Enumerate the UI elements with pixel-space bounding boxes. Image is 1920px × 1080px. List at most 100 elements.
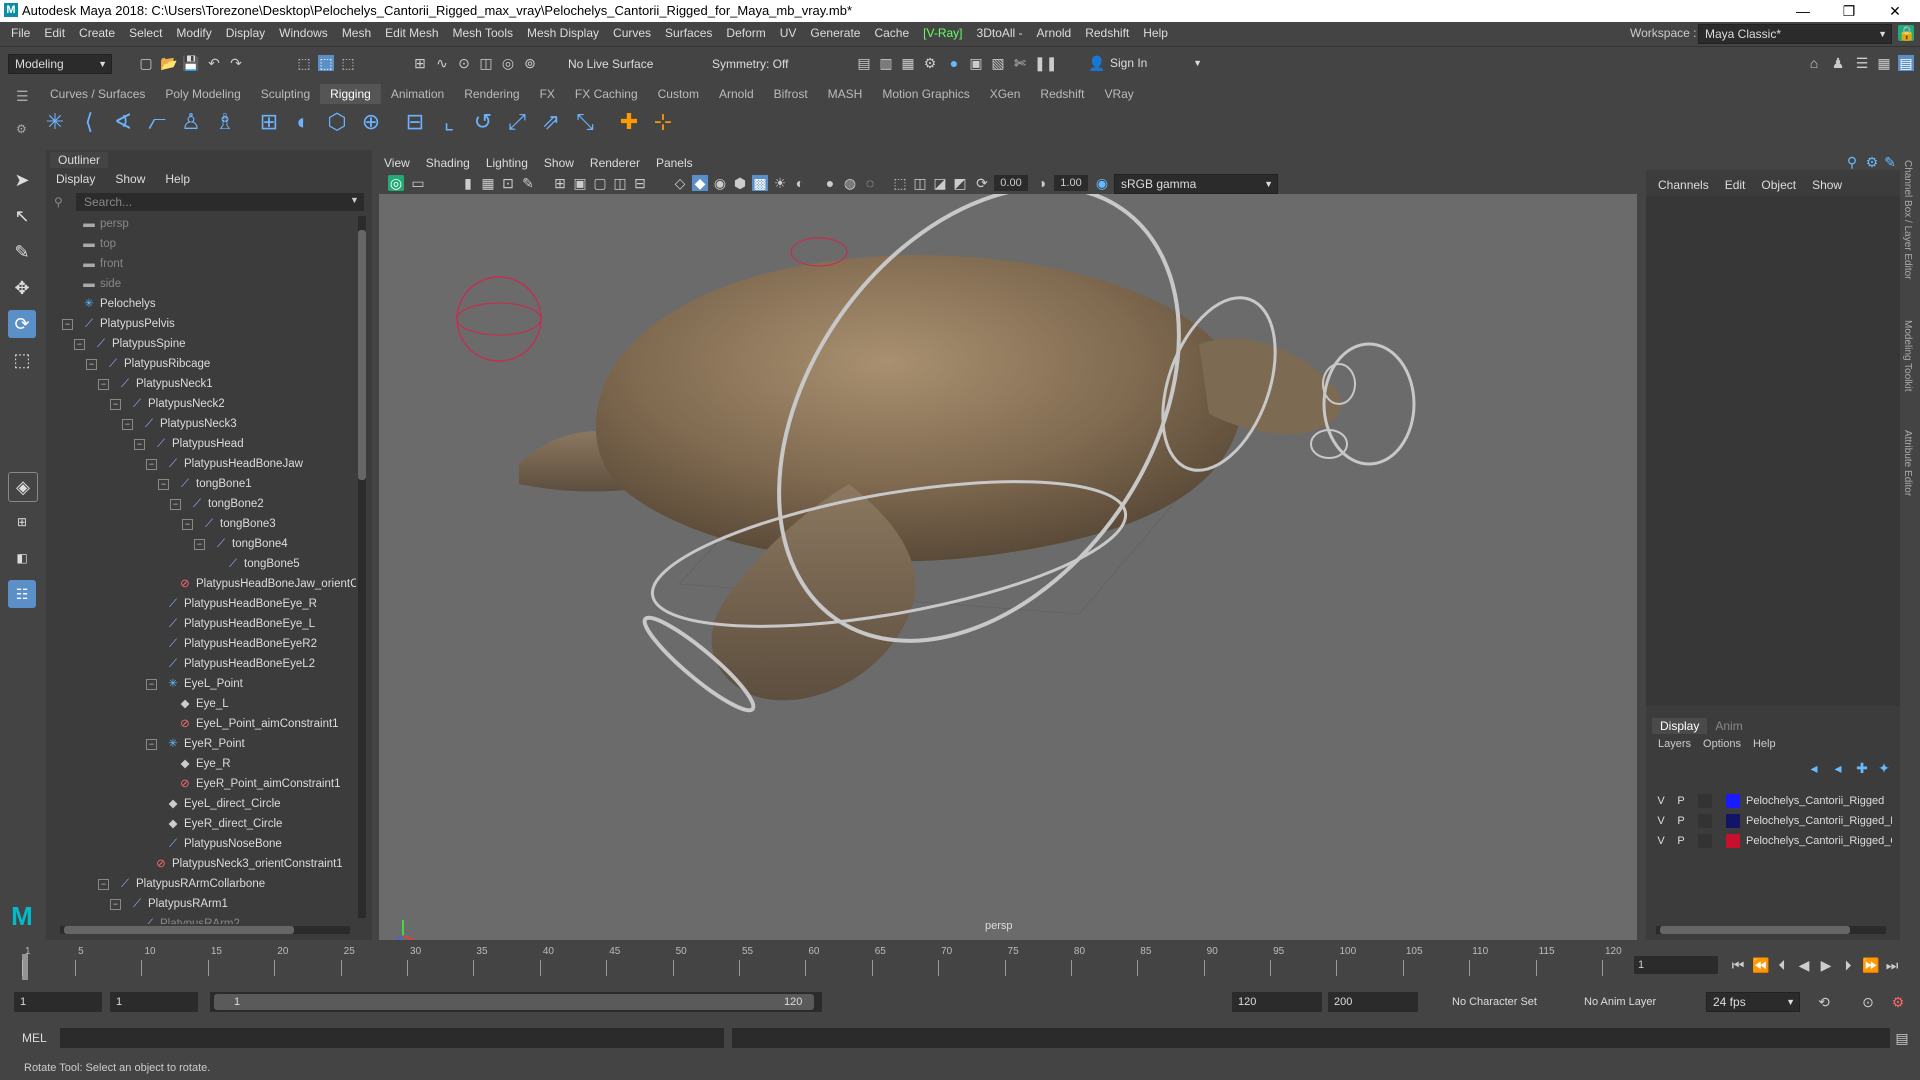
new-scene-icon[interactable]: ▢ bbox=[138, 55, 154, 71]
move-layer-up-icon[interactable]: ◂ bbox=[1806, 760, 1822, 776]
outliner-node[interactable]: ⟋ PlatypusRArm2 bbox=[142, 914, 240, 924]
select-tool-icon[interactable]: ➤ bbox=[8, 166, 36, 194]
outliner-node[interactable]: ⟋ tongBone5 bbox=[226, 554, 300, 574]
command-input[interactable] bbox=[60, 1028, 724, 1048]
shelf-tab-fx-caching[interactable]: FX Caching bbox=[565, 84, 648, 104]
live-surface-field[interactable]: No Live Surface bbox=[562, 55, 674, 73]
layer-type-toggle[interactable] bbox=[1698, 794, 1712, 808]
outliner-node[interactable]: ⟋ PlatypusRArmCollarbone bbox=[118, 874, 265, 894]
outliner-node[interactable]: ⟋ PlatypusNoseBone bbox=[166, 834, 282, 854]
outliner-node[interactable]: ⊘ PlatypusNeck3_orientConstraint1 bbox=[154, 854, 343, 874]
xray-components-icon[interactable]: ◩ bbox=[952, 175, 968, 191]
time-slider[interactable]: 1 5 10 15 20 25 30 35 40 45 50 55 60 65 70 75 80 85 90 95 10… bbox=[0, 944, 1920, 984]
playhead[interactable] bbox=[22, 954, 28, 980]
viewport-menu-renderer[interactable]: Renderer bbox=[582, 154, 648, 172]
undo-icon[interactable]: ↶ bbox=[206, 55, 222, 71]
outliner-node[interactable]: ⊘ EyeL_Point_aimConstraint1 bbox=[178, 714, 338, 734]
gamma-field[interactable]: 1.00 bbox=[1054, 175, 1088, 191]
viewport-menu-shading[interactable]: Shading bbox=[418, 154, 478, 172]
grease-pencil-icon[interactable]: ✎ bbox=[520, 175, 536, 191]
snap-point-icon[interactable]: ⊙ bbox=[456, 55, 472, 71]
sign-in-dropdown[interactable]: Sign In ▼ bbox=[1104, 54, 1206, 72]
hypershade-icon[interactable]: ● bbox=[946, 55, 962, 71]
outliner-node[interactable]: ⟋ tongBone2 bbox=[190, 494, 264, 514]
layer-color-swatch[interactable] bbox=[1726, 794, 1740, 808]
menu-generate[interactable]: Generate bbox=[803, 22, 867, 44]
step-forward-key-icon[interactable]: ⏩ bbox=[1862, 957, 1879, 973]
aim-constraint-icon[interactable]: ⇗ bbox=[536, 107, 566, 137]
scale-constraint-icon[interactable]: ⤢ bbox=[502, 107, 532, 137]
layer-row[interactable]: V P Pelochelys_Cantorii_Rigged bbox=[1654, 792, 1894, 810]
color-space-dropdown[interactable]: sRGB gamma ▼ bbox=[1114, 174, 1278, 194]
menu-curves[interactable]: Curves bbox=[606, 22, 658, 44]
channel-box-menu-edit[interactable]: Edit bbox=[1717, 174, 1754, 196]
resolution-gate-icon[interactable]: ▢ bbox=[592, 175, 608, 191]
outliner-node[interactable]: ⟋ tongBone1 bbox=[178, 474, 252, 494]
auto-key-icon[interactable]: ⊙ bbox=[1860, 994, 1876, 1010]
exposure-icon[interactable]: ⟳ bbox=[974, 175, 990, 191]
shelf-tab-poly-modeling[interactable]: Poly Modeling bbox=[155, 84, 250, 104]
range-slider-handle[interactable] bbox=[214, 994, 814, 1010]
viewport-menu-panels[interactable]: Panels bbox=[648, 154, 701, 172]
render-settings-icon[interactable]: ⚙ bbox=[922, 55, 938, 71]
film-gate-icon[interactable]: ▣ bbox=[572, 175, 588, 191]
human-ik-icon[interactable]: ♗ bbox=[210, 107, 240, 137]
outliner-menu-help[interactable]: Help bbox=[155, 170, 200, 188]
symmetry-field[interactable]: Symmetry: Off bbox=[706, 55, 818, 73]
tree-expander[interactable]: − bbox=[194, 539, 205, 550]
outliner-vscroll[interactable] bbox=[358, 216, 366, 918]
layer-menu-options[interactable]: Options bbox=[1697, 736, 1747, 752]
move-layer-down-icon[interactable]: ◂ bbox=[1830, 760, 1846, 776]
use-lights-icon[interactable]: ☀ bbox=[772, 175, 788, 191]
select-object-icon[interactable]: ⬚ bbox=[318, 55, 334, 71]
single-perspective-icon[interactable]: ◈ bbox=[8, 472, 38, 502]
shadows-icon[interactable]: ◐ bbox=[792, 175, 808, 191]
layer-playback-toggle[interactable]: P bbox=[1674, 792, 1688, 810]
shelf-tab-redshift[interactable]: Redshift bbox=[1030, 84, 1094, 104]
menu-edit-mesh[interactable]: Edit Mesh bbox=[378, 22, 445, 44]
range-slider[interactable]: 1 120 bbox=[210, 992, 822, 1012]
menu-mesh-tools[interactable]: Mesh Tools bbox=[446, 22, 520, 44]
channel-box-menu-show[interactable]: Show bbox=[1804, 174, 1850, 196]
grid-icon[interactable]: ⊞ bbox=[552, 175, 568, 191]
menu-mesh[interactable]: Mesh bbox=[335, 22, 378, 44]
image-plane-icon[interactable]: ▦ bbox=[480, 175, 496, 191]
render-frame-icon[interactable]: ▤ bbox=[856, 55, 872, 71]
locator-icon[interactable]: ✚ bbox=[614, 107, 644, 137]
character-set-field[interactable]: No Character Set bbox=[1452, 996, 1537, 1008]
shelf-settings-icon[interactable]: ⚙ bbox=[16, 122, 27, 136]
camera-attributes-icon[interactable]: ▭ bbox=[410, 175, 426, 191]
tree-expander[interactable]: − bbox=[134, 439, 145, 450]
2d-pan-zoom-icon[interactable]: ⊡ bbox=[500, 175, 516, 191]
isolate-select-icon[interactable]: ⬚ bbox=[892, 175, 908, 191]
layer-editor-toggle-icon[interactable]: ⚙ bbox=[1864, 154, 1880, 170]
snap-grid-icon[interactable]: ⊞ bbox=[412, 55, 428, 71]
menu-v-ray[interactable]: [V-Ray] bbox=[916, 22, 969, 44]
ambient-occlusion-icon[interactable]: ● bbox=[822, 175, 838, 191]
shelf-tab-fx[interactable]: FX bbox=[530, 84, 565, 104]
channel-box-area[interactable] bbox=[1646, 196, 1900, 706]
outliner-node[interactable]: ◆ EyeR_direct_Circle bbox=[166, 814, 283, 834]
playback-start-field[interactable]: 1 bbox=[110, 992, 198, 1012]
outliner-menu-display[interactable]: Display bbox=[46, 170, 105, 188]
tree-expander[interactable]: − bbox=[122, 419, 133, 430]
select-camera-icon[interactable]: ◎ bbox=[388, 175, 404, 191]
locator-parent-icon[interactable]: ⊹ bbox=[648, 107, 678, 137]
outliner-node[interactable]: ⟋ PlatypusNeck1 bbox=[118, 374, 213, 394]
shelf-tab-bifrost[interactable]: Bifrost bbox=[764, 84, 818, 104]
outliner-node[interactable]: ⊘ PlatypusHeadBoneJaw_orientC bbox=[178, 574, 356, 594]
outliner-hscroll[interactable] bbox=[60, 926, 350, 934]
tree-expander[interactable]: − bbox=[74, 339, 85, 350]
script-editor-icon[interactable]: ▤ bbox=[1894, 1030, 1910, 1046]
layer-visibility-toggle[interactable]: V bbox=[1654, 832, 1668, 850]
paint-select-icon[interactable]: ✎ bbox=[8, 238, 36, 266]
mode-dropdown[interactable]: Modeling ▼ bbox=[8, 54, 112, 74]
tree-expander[interactable]: − bbox=[110, 399, 121, 410]
snap-live-icon[interactable]: ⊚ bbox=[522, 55, 538, 71]
create-joint-icon[interactable]: ✳ bbox=[40, 107, 70, 137]
side-tab-channel-box[interactable]: Channel Box / Layer Editor bbox=[1902, 160, 1913, 280]
scale-tool-icon[interactable]: ⬚ bbox=[8, 346, 36, 374]
layer-row[interactable]: V P Pelochelys_Cantorii_Rigged_Co bbox=[1654, 832, 1894, 850]
outliner-search-input[interactable]: Search... bbox=[76, 193, 364, 211]
layer-row[interactable]: V P Pelochelys_Cantorii_Rigged_Bo bbox=[1654, 812, 1894, 830]
